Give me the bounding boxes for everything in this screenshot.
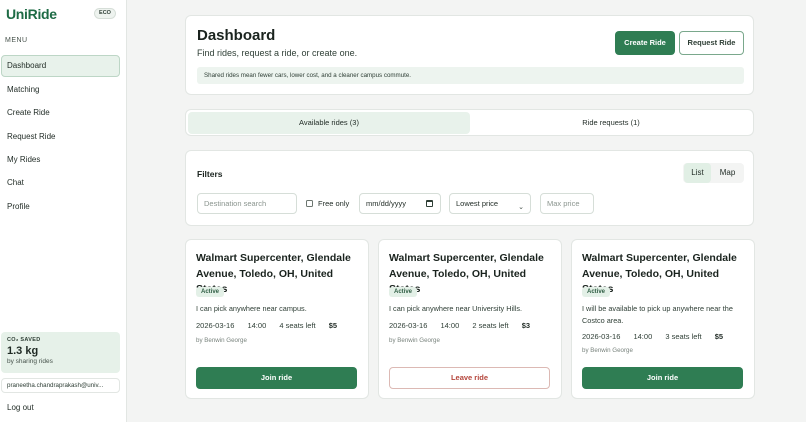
user-email[interactable]: praneetha.chandraprakash@univ... xyxy=(1,378,120,393)
ride-description: I can pick anywhere near campus. xyxy=(196,304,307,313)
free-only-label: Free only xyxy=(318,199,350,208)
ride-meta: 2026-03-16 14:00 2 seats left $3 xyxy=(389,321,541,331)
ride-time: 14:00 xyxy=(247,321,267,330)
sort-select[interactable]: Lowest price ⌄ xyxy=(449,193,531,214)
status-badge: Active xyxy=(389,287,418,297)
page-title: Dashboard xyxy=(197,27,276,44)
menu-label: MENU xyxy=(5,37,28,44)
ride-meta: 2026-03-16 14:00 3 seats left $5 xyxy=(582,332,734,342)
free-only-checkbox[interactable] xyxy=(306,199,313,207)
leave-ride-button[interactable]: Leave ride xyxy=(389,367,550,389)
request-ride-button[interactable]: Request Ride xyxy=(679,31,744,55)
ride-price: $5 xyxy=(328,321,338,330)
join-ride-button[interactable]: Join ride xyxy=(196,367,357,389)
ride-meta: 2026-03-16 14:00 4 seats left $5 xyxy=(196,321,348,331)
calendar-icon[interactable] xyxy=(426,200,433,207)
ride-date: 2026-03-16 xyxy=(196,321,235,330)
filters-title: Filters xyxy=(197,169,223,179)
chevron-down-icon: ⌄ xyxy=(518,204,524,211)
tab-ride-requests[interactable]: Ride requests (1) xyxy=(470,112,752,134)
ride-driver: by Benwin George xyxy=(196,337,247,344)
date-input-value: mm/dd/yyyy xyxy=(366,199,407,208)
status-badge: Active xyxy=(582,287,611,297)
logout-link[interactable]: Log out xyxy=(7,403,34,412)
ride-time: 14:00 xyxy=(633,332,653,341)
sidebar: UniRide ECO MENU Dashboard Matching Crea… xyxy=(0,0,127,422)
sidebar-item-my-rides[interactable]: My Rides xyxy=(1,149,120,171)
co2-subtitle: by sharing rides xyxy=(7,358,53,365)
sidebar-item-profile[interactable]: Profile xyxy=(1,196,120,218)
sidebar-item-create-ride[interactable]: Create Ride xyxy=(1,102,120,124)
app-logo[interactable]: UniRide xyxy=(6,6,57,22)
max-price-input[interactable]: Max price xyxy=(540,193,594,214)
ride-description: I can pick anywhere near University Hill… xyxy=(389,304,523,313)
sidebar-item-chat[interactable]: Chat xyxy=(1,172,120,194)
ride-description: I will be available to pick up anywhere … xyxy=(582,304,733,325)
ride-driver: by Benwin George xyxy=(582,347,633,354)
list-view-button[interactable]: List xyxy=(684,163,711,183)
ride-date: 2026-03-16 xyxy=(582,332,621,341)
co2-saved-card: CO₂ SAVED 1.3 kg by sharing rides xyxy=(1,332,120,373)
eco-badge: ECO xyxy=(94,8,116,19)
join-ride-button[interactable]: Join ride xyxy=(582,367,743,389)
ride-seats: 4 seats left xyxy=(279,321,316,330)
filters-panel: Filters List Map Destination search Free… xyxy=(185,150,754,226)
sidebar-item-matching[interactable]: Matching xyxy=(1,79,120,101)
sort-select-value: Lowest price xyxy=(456,199,499,208)
free-only-filter[interactable]: Free only xyxy=(306,193,349,214)
destination-search-input[interactable]: Destination search xyxy=(197,193,297,214)
map-view-button[interactable]: Map xyxy=(712,163,743,183)
status-badge: Active xyxy=(196,287,225,297)
view-toggle: List Map xyxy=(683,163,744,183)
page-subtitle: Find rides, request a ride, or create on… xyxy=(197,48,358,58)
ride-card: Walmart Supercenter, Glendale Avenue, To… xyxy=(378,239,562,399)
sidebar-item-dashboard[interactable]: Dashboard xyxy=(1,55,120,77)
ride-card: Walmart Supercenter, Glendale Avenue, To… xyxy=(185,239,369,399)
ride-card: Walmart Supercenter, Glendale Avenue, To… xyxy=(571,239,755,399)
ride-price: $3 xyxy=(521,321,531,330)
ride-tabs: Available rides (3) Ride requests (1) xyxy=(185,109,754,136)
ride-seats: 2 seats left xyxy=(472,321,509,330)
date-input[interactable]: mm/dd/yyyy xyxy=(359,193,441,214)
dashboard-header: Dashboard Find rides, request a ride, or… xyxy=(185,15,754,95)
info-banner: Shared rides mean fewer cars, lower cost… xyxy=(197,67,744,84)
sidebar-item-request-ride[interactable]: Request Ride xyxy=(1,126,120,148)
co2-value: 1.3 kg xyxy=(7,345,39,357)
ride-driver: by Benwin George xyxy=(389,337,440,344)
ride-seats: 3 seats left xyxy=(665,332,702,341)
ride-price: $5 xyxy=(714,332,724,341)
co2-title: CO₂ SAVED xyxy=(7,337,41,343)
create-ride-button[interactable]: Create Ride xyxy=(615,31,675,55)
ride-time: 14:00 xyxy=(440,321,460,330)
ride-date: 2026-03-16 xyxy=(389,321,428,330)
tab-available-rides[interactable]: Available rides (3) xyxy=(188,112,470,134)
